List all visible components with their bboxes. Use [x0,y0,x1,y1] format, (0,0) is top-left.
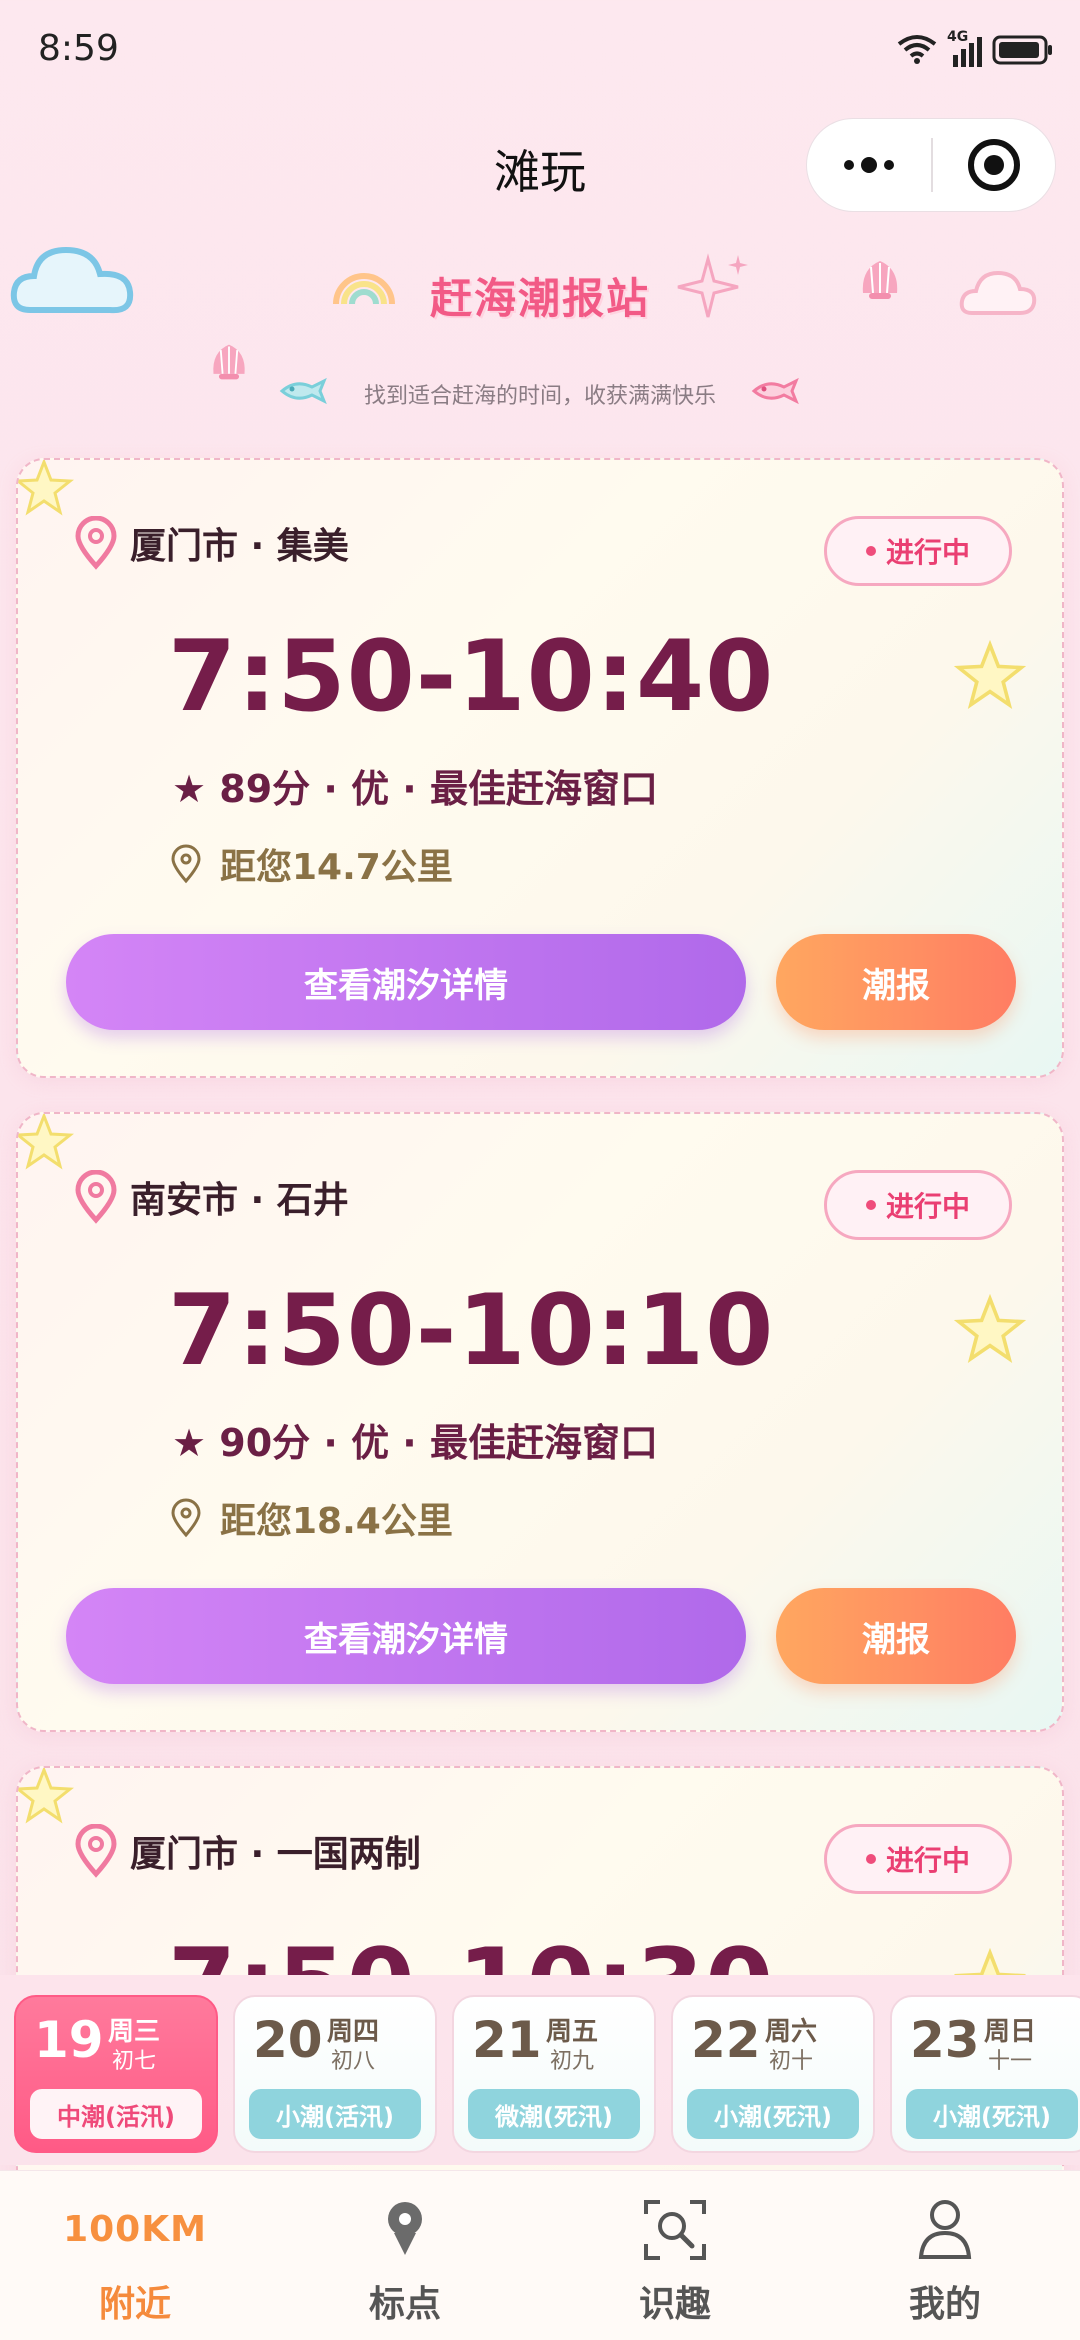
location-name: 厦门市 · 一国两制 [130,1834,421,1875]
distance-row: 距您18.4公里 [170,1492,453,1544]
star-deco-icon [18,1114,74,1170]
status-badge-text: 进行中 [885,1844,970,1877]
battery-icon [992,35,1052,65]
target-close-icon [968,139,1020,191]
tide-time-range: 7:50-10:40 [168,620,775,734]
status-badge-text: 进行中 [885,536,970,569]
card-location: 厦门市 · 集美 [74,516,349,570]
location-name: 南安市 · 石井 [130,1180,349,1221]
date-tide-tag: 小潮(活汛) [249,2089,421,2139]
star-deco-icon [954,1294,1026,1364]
cloud-small-icon [959,270,1037,315]
tab-label: 附近 [98,2284,171,2325]
star-deco-icon [18,1768,74,1824]
tab-label: 标点 [368,2284,441,2325]
banner-title: 赶海潮报站 [429,274,650,323]
card-location: 厦门市 · 一国两制 [74,1824,421,1878]
shell-small-icon [213,344,245,380]
status-bar: 8:59 4G [0,0,1080,100]
bottom-tab-bar: 100KM 附近 标点 识趣 我的 [0,2170,1080,2340]
tab-markers[interactable]: 标点 [270,2171,540,2340]
date-lunar: 初八 [331,2049,376,2074]
tide-time-range: 7:50-10:10 [168,1274,775,1388]
distance-text: 距您14.7公里 [220,847,453,888]
status-time: 8:59 [38,28,119,69]
tab-label: 识趣 [638,2284,711,2325]
tide-card[interactable]: 南安市 · 石井 进行中 7:50-10:10 ★ 90分 · 优 · 最佳赶海… [16,1112,1064,1732]
wifi-icon [897,35,937,64]
mini-program-capsule [806,118,1056,212]
more-button[interactable] [807,119,931,211]
tab-nearby[interactable]: 100KM 附近 [0,2171,270,2340]
location-pin-icon [75,1170,117,1224]
date-tide-tag: 微潮(死汛) [468,2089,640,2139]
location-pin-icon [75,1824,117,1878]
fish-icon-right [751,377,799,405]
location-name: 厦门市 · 集美 [130,526,349,567]
network-icon: 4G [947,29,982,67]
date-lunar: 初七 [112,2049,157,2074]
tab-profile[interactable]: 我的 [810,2171,1080,2340]
view-tide-detail-button[interactable]: 查看潮汐详情 [66,1588,746,1684]
date-day: 20 [253,2011,323,2069]
scan-search-icon [644,2200,706,2260]
more-dots-icon [844,157,894,173]
date-lunar: 十一 [988,2049,1033,2074]
network-type: 4G [947,29,969,45]
status-icons: 4G [897,29,1054,70]
distance-pin-icon [171,1498,201,1538]
location-pin-icon [75,516,117,570]
close-button[interactable] [933,119,1055,211]
sparkle-icon [677,253,748,318]
distance-row: 距您14.7公里 [170,838,453,890]
date-day: 22 [691,2011,761,2069]
title-bar: 滩玩 [0,110,1080,220]
date-tide-tag: 中潮(活汛) [30,2089,202,2139]
date-card[interactable]: 20 周四 初八 小潮(活汛) [233,1995,437,2153]
view-tide-detail-button[interactable]: 查看潮汐详情 [66,934,746,1030]
map-pin-icon [388,2202,422,2255]
status-badge: 进行中 [824,1824,1012,1894]
date-card[interactable]: 22 周六 初十 小潮(死汛) [671,1995,875,2153]
date-tide-tag: 小潮(死汛) [906,2089,1078,2139]
banner-subtitle: 找到适合赶海的时间，收获满满快乐 [363,384,716,409]
score-line: ★ 90分 · 优 · 最佳赶海窗口 [172,1421,658,1465]
range-label: 100KM [63,2208,207,2250]
tab-discover[interactable]: 识趣 [540,2171,810,2340]
date-day: 19 [34,2011,104,2069]
tide-report-button[interactable]: 潮报 [776,1588,1016,1684]
date-card[interactable]: 21 周五 初九 微潮(死汛) [452,1995,656,2153]
card-location: 南安市 · 石井 [74,1170,349,1224]
score-line: ★ 89分 · 优 · 最佳赶海窗口 [172,767,658,811]
date-selector: 19 周三 初七 中潮(活汛) 20 周四 初八 小潮(活汛) 21 周五 初九… [0,1975,1080,2165]
star-deco-icon [18,460,74,516]
date-lunar: 初十 [769,2049,814,2074]
tab-label: 我的 [908,2284,981,2325]
date-card[interactable]: 19 周三 初七 中潮(活汛) [14,1995,218,2153]
date-tide-tag: 小潮(死汛) [687,2089,859,2139]
distance-pin-icon [171,844,201,884]
date-card[interactable]: 23 周日 十一 小潮(死汛) [890,1995,1080,2153]
date-lunar: 初九 [550,2049,595,2074]
date-day: 23 [910,2011,980,2069]
status-badge-text: 进行中 [885,1190,970,1223]
user-icon [918,2200,972,2259]
distance-text: 距您18.4公里 [220,1501,453,1542]
star-deco-icon [954,640,1026,710]
tide-card[interactable]: 厦门市 · 集美 进行中 7:50-10:40 ★ 89分 · 优 · 最佳赶海… [16,458,1064,1078]
date-day: 21 [472,2011,542,2069]
shell-icon [862,261,898,299]
banner: 赶海潮报站 找到适合赶海的时间，收获满满快乐 [0,225,1080,425]
status-badge: 进行中 [824,1170,1012,1240]
status-badge: 进行中 [824,516,1012,586]
tide-report-button[interactable]: 潮报 [776,934,1016,1030]
